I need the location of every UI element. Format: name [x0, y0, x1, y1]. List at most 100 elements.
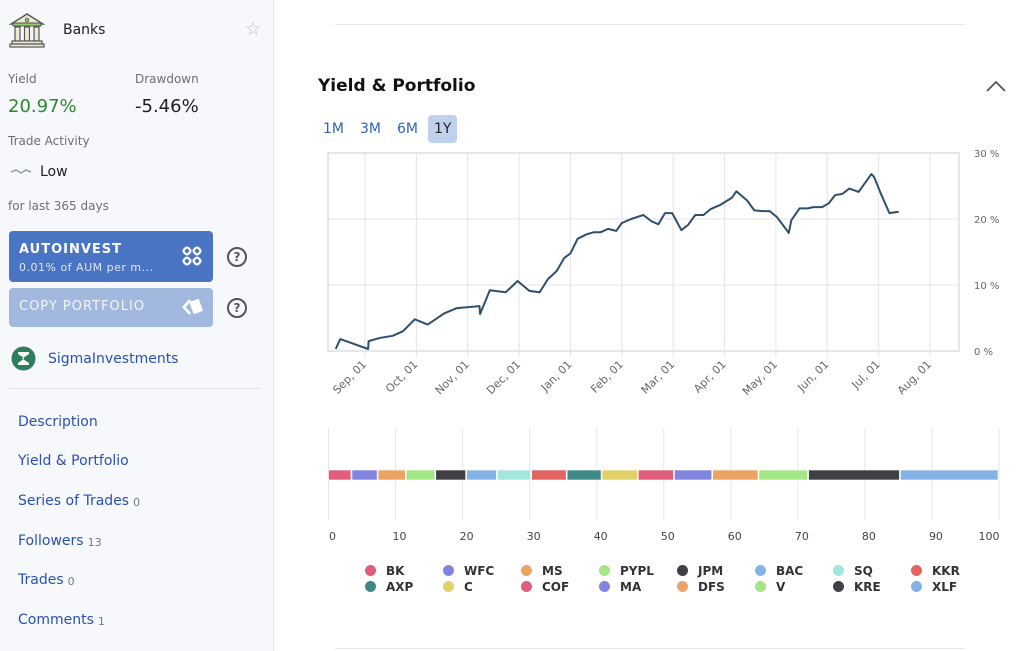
legend-item-axp[interactable]: AXP	[365, 579, 443, 594]
portfolio-legend: BK WFC MS PYPL JPM BAC SQ KKR AXP C COF MA DFS V KRE XL…	[365, 563, 989, 594]
legend-swatch	[677, 581, 688, 592]
legend-label: KRE	[854, 579, 881, 594]
legend-label: PYPL	[620, 563, 654, 578]
activity-wave-icon	[10, 169, 32, 174]
legend-item-xlf[interactable]: XLF	[911, 579, 989, 594]
legend-item-kre[interactable]: KRE	[833, 579, 911, 594]
autoinvest-fee: 0.01% of AUM per m...	[19, 261, 154, 274]
legend-swatch	[677, 565, 688, 576]
legend-label: DFS	[698, 579, 725, 594]
nav-trades[interactable]: Trades 0	[18, 560, 140, 600]
range-1y[interactable]: 1Y	[428, 115, 458, 143]
legend-item-wfc[interactable]: WFC	[443, 563, 521, 578]
legend-item-v[interactable]: V	[755, 579, 833, 594]
author-name: SigmaInvestments	[48, 350, 179, 367]
legend-item-cof[interactable]: COF	[521, 579, 599, 594]
legend-label: XLF	[932, 579, 958, 594]
legend-swatch	[911, 581, 922, 592]
legend-swatch	[365, 581, 376, 592]
legend-item-pypl[interactable]: PYPL	[599, 563, 677, 578]
bar-segment-bac[interactable]	[466, 469, 497, 481]
bar-segment-c[interactable]	[601, 469, 638, 481]
legend-swatch	[599, 581, 610, 592]
legend-label: JPM	[698, 563, 724, 578]
range-6m[interactable]: 6M	[391, 115, 424, 143]
bar-segment-ms[interactable]	[377, 469, 406, 481]
legend-label: V	[776, 579, 786, 594]
legend-item-dfs[interactable]: DFS	[677, 579, 755, 594]
legend-swatch	[365, 565, 376, 576]
bar-segment-xlf[interactable]	[900, 469, 999, 481]
x-tick-label: Oct, 01	[383, 358, 420, 395]
autoinvest-help-icon[interactable]: ?	[227, 247, 247, 267]
x-tick-label: Feb, 01	[588, 358, 626, 396]
star-icon[interactable]: ☆	[243, 19, 263, 39]
bar-segment-dfs[interactable]	[712, 469, 759, 481]
range-1m[interactable]: 1M	[317, 115, 350, 143]
legend-item-ms[interactable]: MS	[521, 563, 599, 578]
copy-portfolio-button[interactable]: COPY PORTFOLIO	[9, 288, 213, 327]
y-tick-label: 30 %	[974, 149, 999, 160]
x-tick-label: 50	[661, 530, 675, 543]
nav-comments[interactable]: Comments 1	[18, 600, 140, 640]
bar-segment-ma[interactable]	[674, 469, 712, 481]
x-tick-label: Jun, 01	[794, 358, 831, 395]
autoinvest-button[interactable]: AUTOINVEST 0.01% of AUM per m...	[9, 231, 213, 282]
bar-segment-jpm[interactable]	[435, 469, 466, 481]
legend-label: COF	[542, 579, 570, 594]
x-tick-label: Aug, 01	[895, 358, 934, 397]
bar-segment-kre[interactable]	[808, 469, 900, 481]
x-tick-label: May, 01	[740, 358, 780, 398]
x-tick-label: 60	[728, 530, 742, 543]
nav-label: Yield & Portfolio	[18, 453, 129, 470]
legend-item-c[interactable]: C	[443, 579, 521, 594]
x-tick-label: Jul, 01	[849, 358, 883, 392]
bar-segment-v[interactable]	[758, 469, 808, 481]
legend-item-bk[interactable]: BK	[365, 563, 443, 578]
nav-count: 0	[133, 495, 141, 509]
bar-segment-sq[interactable]	[497, 469, 531, 481]
legend-label: MA	[620, 579, 642, 594]
author-link[interactable]: SigmaInvestments	[11, 346, 178, 371]
y-tick-label: 20 %	[974, 215, 999, 226]
chevron-up-icon[interactable]	[985, 78, 1007, 94]
nav-count: 0	[67, 575, 75, 589]
section-nav: Description Yield & Portfolio Series of …	[18, 402, 140, 640]
yield-label: Yield	[8, 72, 37, 86]
bar-segment-pypl[interactable]	[405, 469, 436, 481]
bar-segment-bk[interactable]	[328, 469, 352, 481]
x-tick-label: Dec, 01	[484, 358, 523, 397]
legend-item-ma[interactable]: MA	[599, 579, 677, 594]
nav-series-of-trades[interactable]: Series of Trades 0	[18, 481, 140, 521]
bar-segment-kkr[interactable]	[531, 469, 567, 481]
nav-yield-portfolio[interactable]: Yield & Portfolio	[18, 442, 140, 482]
nav-description[interactable]: Description	[18, 402, 140, 442]
nav-label: Description	[18, 413, 98, 430]
bar-segment-axp[interactable]	[566, 469, 602, 481]
y-tick-label: 0 %	[974, 347, 993, 358]
bar-segment-wfc[interactable]	[351, 469, 378, 481]
trade-activity-label: Trade Activity	[8, 134, 90, 148]
x-tick-label: 20	[460, 530, 474, 543]
y-tick-label: 10 %	[974, 281, 999, 292]
copy-portfolio-help-icon[interactable]: ?	[227, 298, 247, 318]
x-tick-label: 100	[979, 530, 1000, 543]
legend-item-sq[interactable]: SQ	[833, 563, 911, 578]
legend-label: BAC	[776, 563, 804, 578]
nav-label: Followers	[18, 532, 84, 549]
range-3m[interactable]: 3M	[354, 115, 387, 143]
legend-item-kkr[interactable]: KKR	[911, 563, 989, 578]
legend-swatch	[833, 565, 844, 576]
copy-icon	[182, 298, 203, 315]
autoinvest-label: AUTOINVEST	[19, 242, 123, 257]
nav-followers[interactable]: Followers 13	[18, 521, 140, 561]
legend-item-bac[interactable]: BAC	[755, 563, 833, 578]
x-tick-label: 90	[929, 530, 943, 543]
x-tick-label: 10	[393, 530, 407, 543]
legend-item-jpm[interactable]: JPM	[677, 563, 755, 578]
bar-segment-cof[interactable]	[637, 469, 674, 481]
x-tick-label: 0	[329, 530, 336, 543]
nav-count: 13	[87, 535, 102, 549]
section-divider-top	[335, 24, 965, 25]
legend-label: MS	[542, 563, 563, 578]
